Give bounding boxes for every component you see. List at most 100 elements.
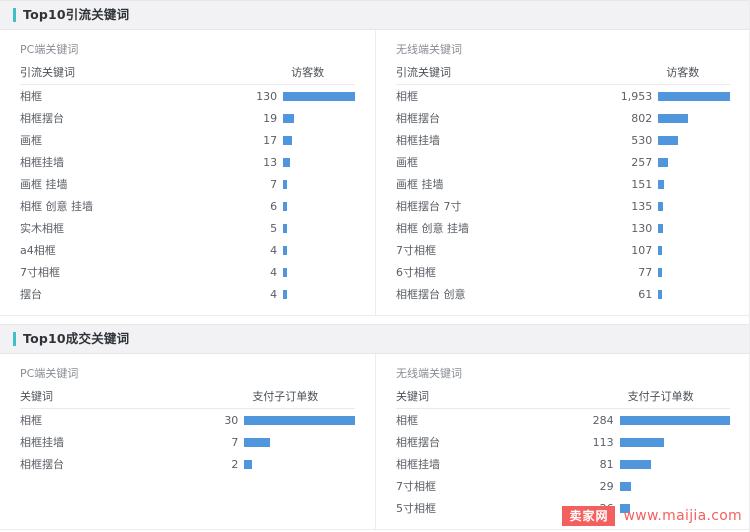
cell-keyword: 画框 挂墙 bbox=[20, 177, 68, 191]
panel-title: 无线端关键词 bbox=[396, 367, 462, 380]
bar-track bbox=[283, 217, 355, 239]
cell-keyword: 相框 创意 挂墙 bbox=[396, 221, 469, 235]
cell-value: 135 bbox=[631, 199, 653, 213]
bar bbox=[283, 267, 288, 277]
table-row: 6寸相框 77 bbox=[396, 261, 730, 283]
table-row: 相框挂墙 530 bbox=[396, 129, 730, 151]
cell-bar bbox=[619, 453, 730, 475]
cell-bar bbox=[283, 217, 355, 239]
cell-value: 4 bbox=[270, 243, 278, 257]
bar-track bbox=[619, 475, 730, 497]
cell-keyword: a4相框 bbox=[20, 243, 56, 257]
cell-value: 5 bbox=[270, 221, 278, 235]
panel-title: PC端关键词 bbox=[20, 43, 79, 56]
bar bbox=[619, 459, 652, 469]
table-row: 画框 挂墙 151 bbox=[396, 173, 730, 195]
cell-value: 6 bbox=[270, 199, 278, 213]
keyword-table: 引流关键词 访客数 相框 130 相框摆台 19 画框 17 相框挂墙 13 画框 挂墙 7 相框 创意… bbox=[20, 67, 355, 305]
table-row: 相框挂墙 81 bbox=[396, 453, 730, 475]
bar bbox=[658, 179, 664, 189]
bar-track bbox=[244, 409, 355, 431]
keyword-table: 关键词 支付子订单数 相框 30 相框挂墙 7 相框摆台 2 bbox=[20, 391, 355, 475]
table-row: 相框 284 bbox=[396, 409, 730, 432]
table-row: 相框 1,953 bbox=[396, 85, 730, 108]
cell-bar bbox=[283, 173, 355, 195]
table-header-row: 引流关键词 访客数 bbox=[20, 67, 355, 85]
cell-bar bbox=[283, 85, 355, 108]
bar bbox=[658, 113, 688, 123]
cell-bar bbox=[658, 107, 730, 129]
bar-track bbox=[283, 151, 355, 173]
cell-keyword: 5寸相框 bbox=[396, 501, 436, 515]
keyword-report-page: Top10引流关键词 PC端关键词 引流关键词 访客数 相框 130 相框摆台 19 画框 17 相… bbox=[0, 0, 750, 532]
bar bbox=[244, 437, 271, 447]
panel-title: PC端关键词 bbox=[20, 367, 79, 380]
table-row: 相框挂墙 13 bbox=[20, 151, 355, 173]
bar bbox=[283, 113, 294, 123]
watermark: 卖家网 www.maijia.com bbox=[562, 506, 742, 526]
cell-keyword: 相框挂墙 bbox=[396, 133, 440, 147]
cell-bar bbox=[244, 453, 355, 475]
cell-value: 13 bbox=[263, 155, 278, 169]
cell-keyword: 相框 bbox=[20, 89, 42, 103]
cell-keyword: 相框 bbox=[20, 413, 42, 427]
cell-keyword: 相框摆台 bbox=[20, 111, 64, 125]
table-row: a4相框 4 bbox=[20, 239, 355, 261]
cell-value: 77 bbox=[638, 265, 653, 279]
table-row: 相框摆台 创意 61 bbox=[396, 283, 730, 305]
sections-container: Top10引流关键词 PC端关键词 引流关键词 访客数 相框 130 相框摆台 19 画框 17 相… bbox=[0, 0, 750, 530]
cell-keyword: 7寸相框 bbox=[396, 243, 436, 257]
table-row: 相框 30 bbox=[20, 409, 355, 432]
cell-value: 19 bbox=[263, 111, 278, 125]
column-header-keyword: 关键词 bbox=[396, 391, 620, 409]
bar bbox=[658, 135, 678, 145]
keyword-table: 引流关键词 访客数 相框 1,953 相框摆台 802 相框挂墙 530 画框 257 画框 挂墙 1… bbox=[396, 67, 730, 305]
bar bbox=[658, 223, 664, 233]
cell-value: 257 bbox=[631, 155, 653, 169]
section-title: Top10引流关键词 bbox=[23, 6, 130, 22]
table-row: 画框 挂墙 7 bbox=[20, 173, 355, 195]
bar-track bbox=[658, 239, 730, 261]
watermark-badge: 卖家网 bbox=[562, 506, 616, 526]
cell-keyword: 相框挂墙 bbox=[20, 435, 64, 449]
table-row: 实木相框 5 bbox=[20, 217, 355, 239]
bar bbox=[658, 91, 730, 101]
column-header-metric: 访客数 bbox=[283, 67, 355, 85]
bar-track bbox=[619, 431, 730, 453]
section-header: Top10引流关键词 bbox=[0, 0, 750, 30]
bar bbox=[619, 415, 730, 425]
bar bbox=[283, 245, 288, 255]
cell-bar bbox=[244, 409, 355, 432]
cell-value: 4 bbox=[270, 287, 278, 301]
cell-keyword: 画框 bbox=[396, 155, 418, 169]
cell-bar bbox=[283, 151, 355, 173]
cell-bar bbox=[283, 283, 355, 305]
section-spacer bbox=[0, 316, 750, 324]
panel-wireless: 无线端关键词 关键词 支付子订单数 相框 284 相框摆台 113 相框挂墙 81 7寸相框 29 5… bbox=[375, 354, 750, 529]
section-title: Top10成交关键词 bbox=[23, 330, 130, 346]
table-row: 画框 257 bbox=[396, 151, 730, 173]
cell-bar bbox=[283, 129, 355, 151]
cell-bar bbox=[283, 195, 355, 217]
panel-wireless: 无线端关键词 引流关键词 访客数 相框 1,953 相框摆台 802 相框挂墙 530 画框 257… bbox=[375, 30, 750, 315]
section-body: PC端关键词 关键词 支付子订单数 相框 30 相框挂墙 7 相框摆台 2 无线端关键词 关键词 支付… bbox=[0, 354, 750, 530]
table-header-row: 关键词 支付子订单数 bbox=[20, 391, 355, 409]
section: Top10引流关键词 PC端关键词 引流关键词 访客数 相框 130 相框摆台 19 画框 17 相… bbox=[0, 0, 750, 316]
bar-track bbox=[658, 151, 730, 173]
cell-bar bbox=[658, 151, 730, 173]
cell-value: 107 bbox=[631, 243, 653, 257]
cell-value: 151 bbox=[631, 177, 653, 191]
bar bbox=[283, 179, 288, 189]
table-row: 相框 创意 挂墙 130 bbox=[396, 217, 730, 239]
bar bbox=[244, 415, 355, 425]
cell-keyword: 相框 bbox=[396, 89, 418, 103]
section-body: PC端关键词 引流关键词 访客数 相框 130 相框摆台 19 画框 17 相框挂墙 13 画框 挂墙… bbox=[0, 30, 750, 316]
column-header-metric: 支付子订单数 bbox=[244, 391, 355, 409]
bar bbox=[283, 157, 291, 167]
cell-keyword: 相框摆台 创意 bbox=[396, 287, 466, 301]
cell-value: 30 bbox=[224, 413, 239, 427]
cell-bar bbox=[658, 85, 730, 108]
bar bbox=[283, 135, 293, 145]
cell-value: 2 bbox=[231, 457, 239, 471]
cell-keyword: 画框 bbox=[20, 133, 42, 147]
